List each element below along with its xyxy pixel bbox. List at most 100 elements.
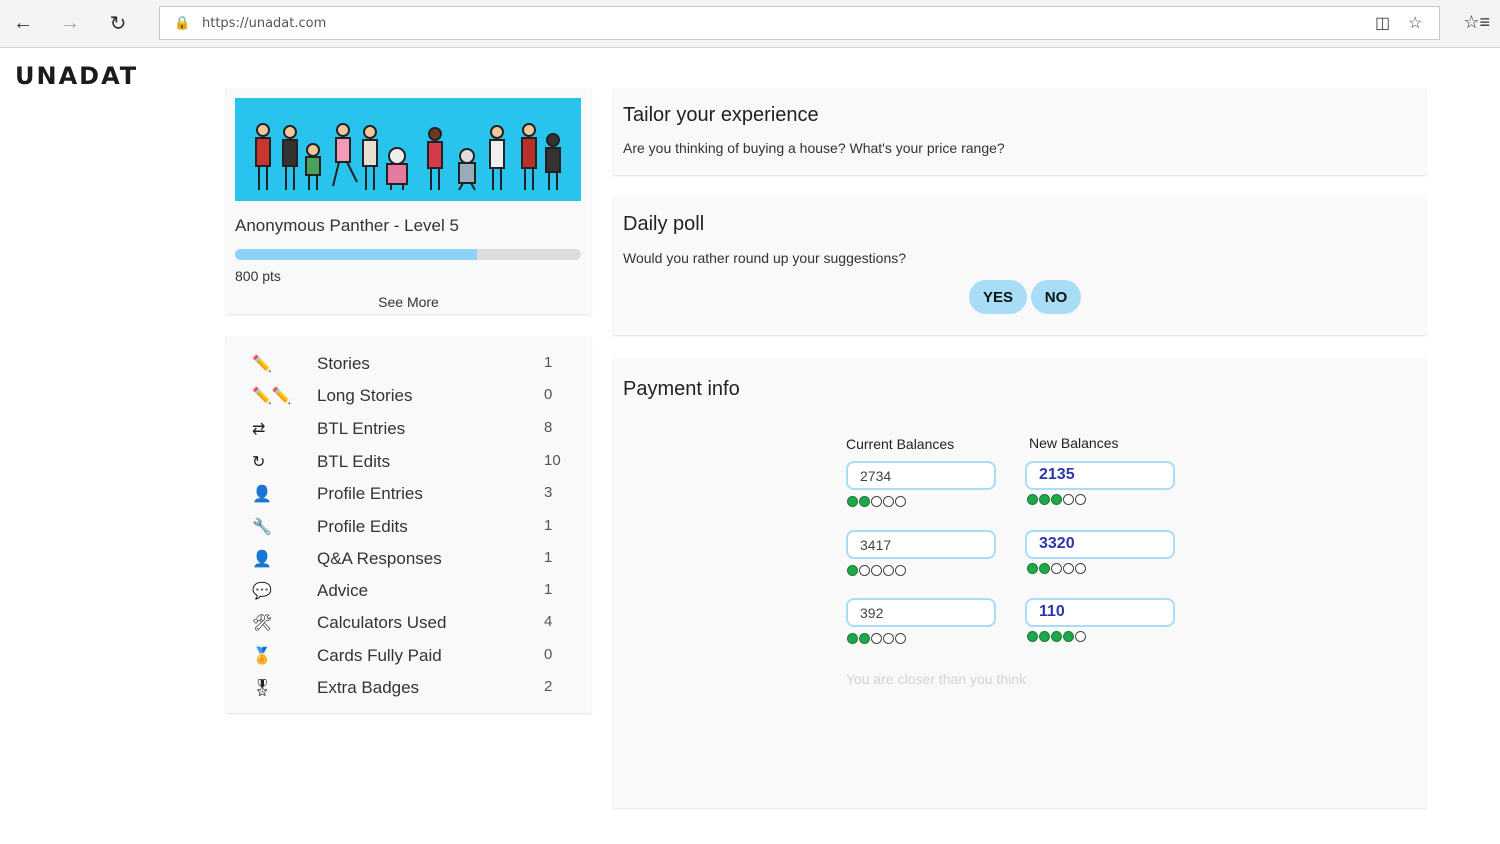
stat-label: BTL Entries [317,419,406,438]
empty-dot-icon [871,565,882,576]
reading-view-icon[interactable]: ◫ [1375,13,1390,33]
logo-text: UNADAT [15,62,139,90]
stat-row: 🏅 Cards Fully Paid 0 [226,642,591,674]
stat-row: 👤 Q&A Responses 1 [226,545,591,577]
stat-count: 1 [544,581,553,598]
filled-dot-icon [1027,631,1038,642]
filled-dot-icon [1051,631,1062,642]
yes-button[interactable]: YES [969,280,1027,314]
stat-row: 🎖 Extra Badges 2 [226,674,591,706]
points-value: 800 pts [235,268,281,284]
stat-label: Extra Badges [317,678,420,697]
filled-dot-icon [847,496,858,507]
payment-info-card: Payment info Current Balances New Balanc… [613,358,1426,808]
empty-dot-icon [1075,563,1086,574]
current-balance-input[interactable]: 392 [846,598,996,627]
empty-dot-icon [895,496,906,507]
filled-dot-icon [847,633,858,644]
refresh-icon[interactable]: ↻ [103,8,133,38]
empty-dot-icon [859,565,870,576]
stat-count: 1 [544,517,553,534]
favorite-star-icon[interactable]: ☆ [1408,13,1422,33]
person-icon: 👤 [252,486,272,503]
new-balances-header: New Balances [1029,435,1119,451]
stat-label: Cards Fully Paid [317,646,442,665]
stat-count: 3 [544,484,553,501]
new-balance-field[interactable]: 110 [1025,598,1175,627]
stat-row: 🛠 Calculators Used 4 [226,609,591,641]
stat-count: 4 [544,613,553,630]
current-balance-rating-1 [847,565,907,576]
stat-row: 👤 Profile Entries 3 [226,480,591,512]
tailor-experience-card: Tailor your experience Are you thinking … [613,88,1426,175]
new-balance-field[interactable]: 2135 [1025,461,1175,490]
stat-label: Calculators Used [317,613,447,632]
stat-count: 8 [544,419,553,436]
empty-dot-icon [871,633,882,644]
new-balance-field[interactable]: 3320 [1025,530,1175,559]
speech-bubble-icon: 💬 [252,583,272,600]
stat-label: Q&A Responses [317,549,442,568]
forward-arrow-icon[interactable]: → [55,8,85,38]
back-arrow-icon[interactable]: ← [8,8,38,38]
new-balance-rating-0 [1027,494,1087,505]
stat-label: BTL Edits [317,452,391,471]
payment-title: Payment info [623,378,740,400]
stat-row: ⇄ BTL Entries 8 [226,415,591,447]
lock-icon: 🔒 [174,15,191,30]
level-progress-bar [235,249,581,260]
filled-dot-icon [1051,494,1062,505]
empty-dot-icon [1075,494,1086,505]
qa-person-icon: 👤 [252,551,272,568]
address-bar[interactable]: 🔒 https://unadat.com ◫ ☆ [159,6,1440,40]
no-button[interactable]: NO [1031,280,1081,314]
current-balance-input[interactable]: 2734 [846,461,996,490]
wrench-icon: 🔧 [252,519,272,536]
current-balance-rating-2 [847,633,907,644]
stat-row: 🔧 Profile Edits 1 [226,513,591,545]
stat-row: 💬 Advice 1 [226,577,591,609]
empty-dot-icon [871,496,882,507]
stat-count: 1 [544,549,553,566]
favorites-icon[interactable]: ☆≡ [1463,12,1490,33]
current-balances-header: Current Balances [846,436,955,452]
characters-illustration [255,123,561,191]
daily-poll-card: Daily poll Would you rather round up you… [613,197,1426,335]
current-balance-input[interactable]: 3417 [846,530,996,559]
stat-count: 0 [544,386,553,403]
empty-dot-icon [883,565,894,576]
tailor-question[interactable]: Are you thinking of buying a house? What… [623,140,1005,156]
empty-dot-icon [1051,563,1062,574]
arrows-icon: ⇄ [252,421,266,438]
stat-count: 10 [544,452,561,469]
stat-row: ✏️ Stories 1 [226,350,591,382]
pencil-icon: ✏️ [252,356,272,373]
see-more-link[interactable]: See More [226,294,591,310]
characters-banner-image [235,98,581,201]
filled-dot-icon [847,565,858,576]
current-balance-rating-0 [847,496,907,507]
activity-stats-card: ✏️ Stories 1 ✏️✏️ Long Stories 0 ⇄ BTL Entries 8… [226,336,591,713]
two-pencils-icon: ✏️✏️ [252,388,292,405]
profile-card: Anonymous Panther - Level 5 800 pts See … [226,88,591,314]
encouragement-hint: You are closer than you think [846,671,1027,687]
gold-medal-icon: 🏅 [252,648,272,665]
empty-dot-icon [895,565,906,576]
filled-dot-icon [1039,631,1050,642]
filled-dot-icon [1027,563,1038,574]
url-text[interactable]: https://unadat.com [202,16,326,31]
tools-icon: 🛠 [252,615,273,632]
silver-medal-icon: 🎖 [252,680,273,697]
filled-dot-icon [1027,494,1038,505]
tailor-title: Tailor your experience [623,104,819,126]
stat-count: 2 [544,678,553,695]
poll-title: Daily poll [623,213,705,235]
empty-dot-icon [883,496,894,507]
filled-dot-icon [1039,494,1050,505]
logo[interactable]: UNADAT [15,62,138,90]
new-balance-rating-2 [1027,631,1087,642]
browser-toolbar: ← → ↻ 🔒 https://unadat.com ◫ ☆ ☆≡ [0,0,1500,48]
empty-dot-icon [1063,494,1074,505]
empty-dot-icon [1075,631,1086,642]
empty-dot-icon [883,633,894,644]
